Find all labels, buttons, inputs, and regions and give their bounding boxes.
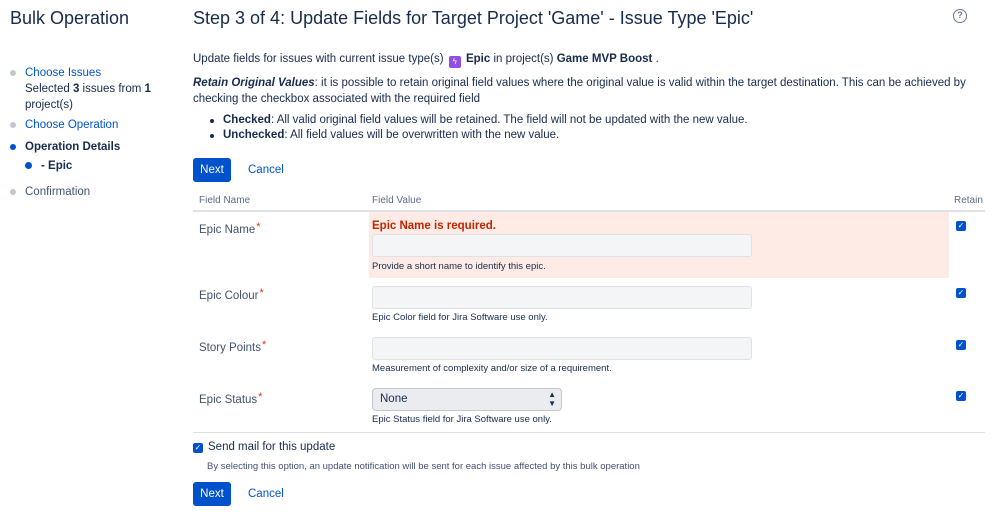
checked-label: Checked	[223, 114, 271, 126]
retain-checkbox[interactable]: ✓	[956, 391, 966, 401]
unchecked-label: Unchecked	[223, 129, 285, 141]
required-marker: *	[256, 221, 261, 233]
step-confirmation: Confirmation	[10, 184, 180, 200]
step-dot-active	[10, 144, 16, 150]
selected-prefix: Selected	[25, 83, 73, 95]
retain-label: Retain Original Values	[193, 77, 315, 89]
unchecked-text: : All field values will be overwritten w…	[284, 129, 560, 141]
choose-issues-link[interactable]: Choose Issues	[25, 67, 101, 79]
help-icon[interactable]: ?	[953, 9, 967, 23]
fields-table-header: Field Name Field Value Retain	[193, 192, 985, 212]
header-field-value: Field Value	[372, 195, 422, 206]
retain-bullets: Checked: All valid original field values…	[209, 113, 748, 143]
epic-issue-type-icon: ϟ	[448, 56, 461, 68]
field-name: Story Points*	[199, 339, 266, 354]
field-name-text: Epic Colour	[199, 290, 259, 302]
description-prefix: Update fields for issues with current is…	[193, 53, 447, 65]
required-marker: *	[262, 339, 267, 351]
divider	[193, 432, 985, 433]
story-points-input[interactable]	[372, 337, 752, 360]
retain-checkbox[interactable]: ✓	[956, 340, 966, 350]
field-row-story-points: Story Points* Measurement of complexity …	[193, 330, 985, 382]
step-dot	[10, 70, 16, 76]
confirmation-label: Confirmation	[25, 186, 91, 198]
description-mid: in project(s)	[490, 53, 557, 65]
field-name-text: Epic Name	[199, 224, 256, 236]
field-name-text: Epic Status	[199, 394, 258, 406]
sidebar-title: Bulk Operation	[10, 8, 130, 28]
epic-name-input[interactable]	[372, 234, 752, 257]
step-epic-sub: - Epic	[10, 158, 180, 184]
step-choose-operation: Choose Operation	[10, 117, 180, 139]
required-marker: *	[258, 391, 263, 403]
field-name-text: Story Points	[199, 342, 261, 354]
select-value: None	[380, 393, 408, 405]
epic-sub-label: - Epic	[41, 160, 73, 172]
header-field-name: Field Name	[199, 195, 251, 206]
field-row-epic-name: Epic Name* Epic Name is required. Provid…	[193, 212, 985, 278]
project-name: Game MVP Boost	[556, 53, 653, 65]
cancel-link-top[interactable]: Cancel	[248, 158, 284, 182]
step-operation-details: Operation Details	[10, 139, 180, 158]
step-dot	[10, 189, 16, 195]
cancel-link-bottom[interactable]: Cancel	[248, 482, 284, 506]
selected-mid: issues from	[79, 83, 145, 95]
epic-colour-input[interactable]	[372, 286, 752, 309]
select-arrows-icon: ▲ ▼	[548, 390, 556, 408]
description: Update fields for issues with current is…	[193, 53, 659, 68]
retain-description: Retain Original Values: it is possible t…	[193, 75, 988, 107]
choose-operation-link[interactable]: Choose Operation	[25, 119, 118, 131]
operation-details-label: Operation Details	[25, 141, 121, 153]
next-button-top[interactable]: Next	[193, 158, 231, 182]
bullet-unchecked: Unchecked: All field values will be over…	[209, 128, 748, 143]
epic-status-select[interactable]: None ▲ ▼	[372, 388, 562, 411]
step-dot-active	[25, 162, 32, 169]
send-mail-description: By selecting this option, an update noti…	[207, 461, 640, 472]
step-dot	[10, 122, 16, 128]
bullet-checked: Checked: All valid original field values…	[209, 113, 748, 128]
field-name: Epic Colour*	[199, 287, 264, 302]
send-mail-label[interactable]: Send mail for this update	[208, 441, 335, 453]
field-help: Measurement of complexity and/or size of…	[372, 363, 612, 374]
project-count: 1	[144, 83, 151, 95]
send-mail-checkbox[interactable]: ✓	[193, 443, 203, 453]
issue-type-name: Epic	[465, 53, 491, 65]
retain-checkbox[interactable]: ✓	[956, 221, 966, 231]
field-row-epic-colour: Epic Colour* Epic Color field for Jira S…	[193, 278, 985, 330]
field-name: Epic Status*	[199, 391, 262, 406]
required-marker: *	[259, 287, 264, 299]
page-title: Step 3 of 4: Update Fields for Target Pr…	[193, 8, 754, 28]
field-row-epic-status: Epic Status* None ▲ ▼ Epic Status field f…	[193, 382, 985, 432]
field-help: Epic Color field for Jira Software use o…	[372, 312, 548, 323]
step-list: Choose Issues Selected 3 issues from 1 pr…	[10, 65, 180, 200]
field-name: Epic Name*	[199, 221, 261, 236]
next-button-bottom[interactable]: Next	[193, 482, 231, 506]
checked-text: : All valid original field values will b…	[270, 114, 748, 126]
selected-summary: Selected 3 issues from 1 project(s)	[25, 83, 151, 111]
retain-checkbox[interactable]: ✓	[956, 288, 966, 298]
field-help: Epic Status field for Jira Software use …	[372, 414, 552, 425]
description-suffix: .	[652, 53, 659, 65]
field-error: Epic Name is required.	[372, 220, 496, 232]
header-retain: Retain	[954, 195, 983, 206]
step-choose-issues: Choose Issues Selected 3 issues from 1 pr…	[10, 65, 180, 117]
field-help: Provide a short name to identify this ep…	[372, 261, 546, 272]
selected-suffix: project(s)	[25, 99, 73, 111]
